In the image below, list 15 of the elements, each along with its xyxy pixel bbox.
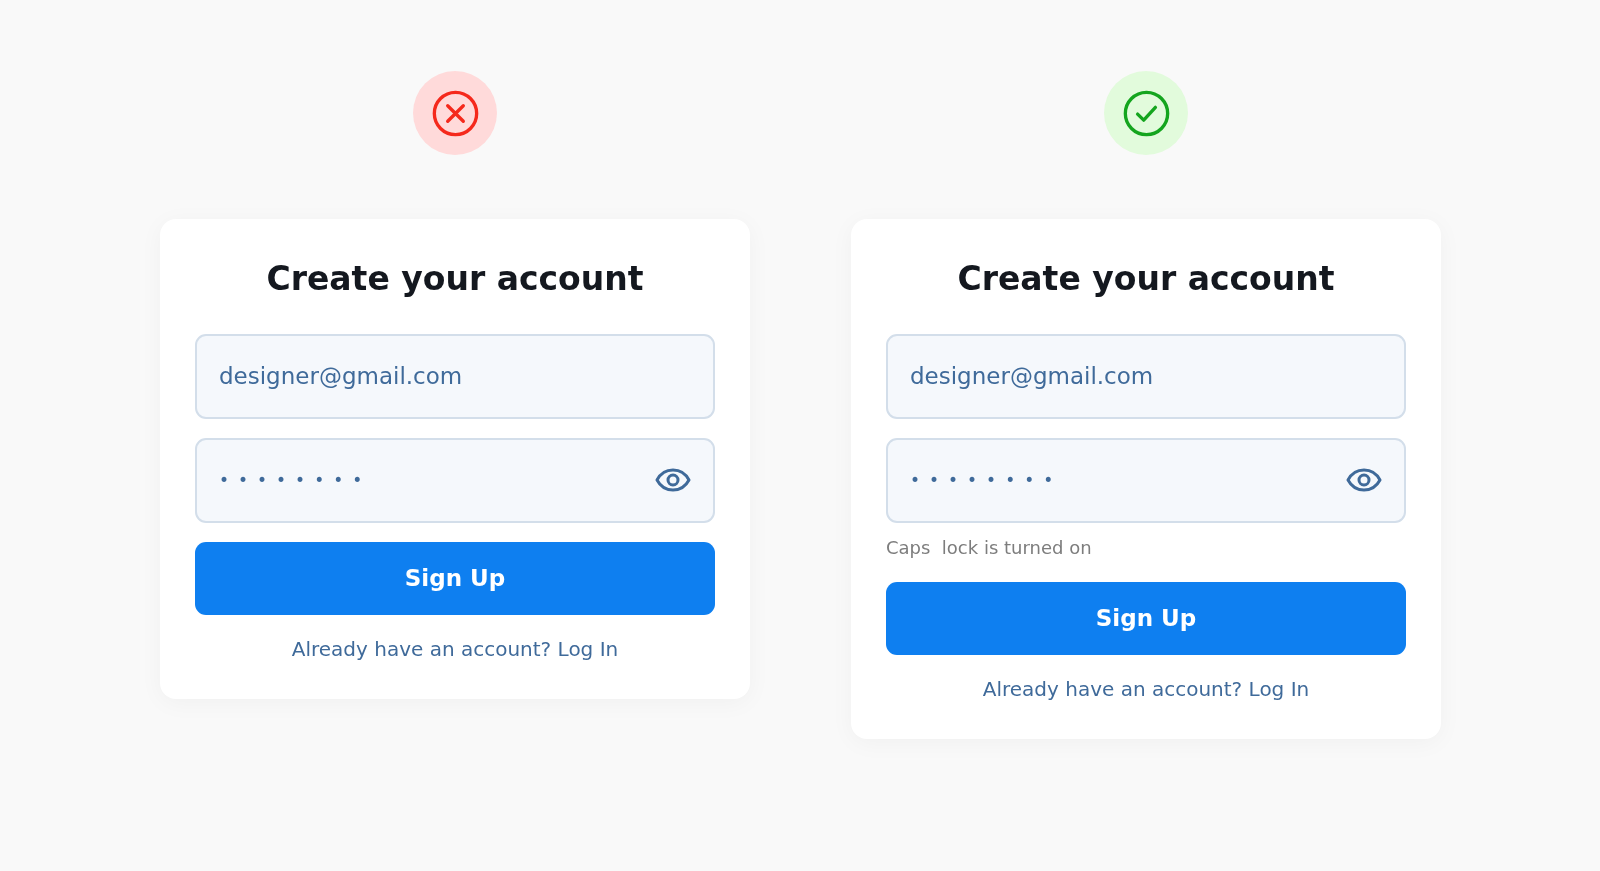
login-link[interactable]: Already have an account? Log In [291, 636, 619, 661]
eye-icon[interactable] [655, 467, 691, 492]
email-field[interactable]: designer@gmail.com [886, 333, 1406, 419]
sign-up-button[interactable]: Sign Up [886, 581, 1406, 655]
login-link[interactable]: Already have an account? Log In [982, 676, 1310, 701]
password-field[interactable]: •••••••• [886, 437, 1406, 523]
cross-circle-icon [430, 88, 480, 138]
check-circle-icon [1121, 88, 1171, 138]
card-title: Create your account [265, 259, 645, 299]
password-field[interactable]: •••••••• [195, 437, 715, 523]
email-field[interactable]: designer@gmail.com [195, 333, 715, 419]
eye-icon[interactable] [1346, 467, 1382, 492]
caps-lock-hint: Caps lock is turned on [886, 536, 1093, 558]
card-title: Create your account [956, 259, 1336, 299]
sign-up-button[interactable]: Sign Up [195, 541, 715, 615]
